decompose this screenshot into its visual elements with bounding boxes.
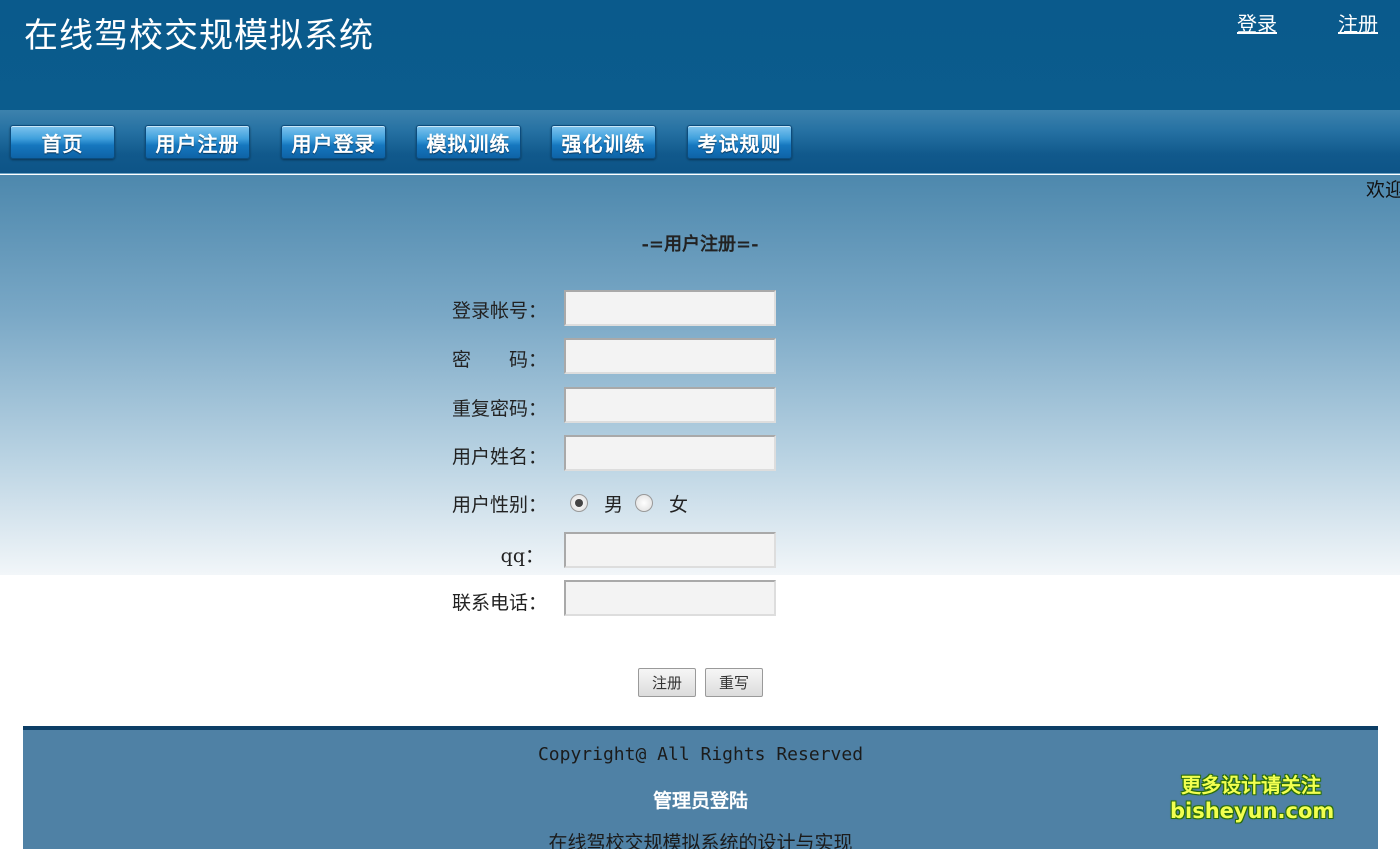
phone-input[interactable]: [564, 580, 776, 616]
header: 在线驾校交规模拟系统 登录 注册: [0, 0, 1400, 110]
watermark: 更多设计请关注 bisheyun.com: [1170, 772, 1335, 824]
radio-selected-dot: [575, 499, 583, 507]
name-label: 用户姓名：: [452, 446, 548, 468]
gender-radio-group: 男 女: [570, 491, 700, 516]
nav-user-register[interactable]: 用户注册: [145, 125, 250, 159]
register-link[interactable]: 注册: [1338, 8, 1378, 37]
site-title: 在线驾校交规模拟系统: [24, 16, 374, 56]
account-input[interactable]: [564, 290, 776, 326]
nav-intensive-training[interactable]: 强化训练: [551, 125, 656, 159]
gender-male-radio[interactable]: [570, 494, 588, 512]
welcome-marquee: 欢迎: [1366, 179, 1400, 201]
qq-input[interactable]: [564, 532, 776, 568]
reset-button[interactable]: 重写: [705, 668, 763, 697]
watermark-line2: bisheyun.com: [1170, 799, 1335, 823]
name-input[interactable]: [564, 435, 776, 471]
register-submit-button[interactable]: 注册: [638, 668, 696, 697]
password-label: 密 码：: [452, 349, 548, 371]
login-link[interactable]: 登录: [1237, 8, 1277, 37]
gender-female-radio[interactable]: [635, 494, 654, 512]
system-name-text: 在线驾校交规模拟系统的设计与实现: [548, 832, 853, 849]
password-repeat-label: 重复密码：: [452, 398, 548, 420]
account-label: 登录帐号：: [452, 300, 548, 322]
password-repeat-input[interactable]: [564, 387, 776, 423]
nav-user-login[interactable]: 用户登录: [281, 125, 386, 159]
nav-home[interactable]: 首页: [10, 125, 115, 159]
gender-label: 用户性别：: [452, 494, 548, 516]
nav-mock-training[interactable]: 模拟训练: [416, 125, 521, 159]
copyright-text: Copyright@ All Rights Reserved: [537, 744, 864, 765]
password-input[interactable]: [564, 338, 776, 374]
main-nav: 首页 用户注册 用户登录 模拟训练 强化训练 考试规则: [0, 110, 1400, 174]
qq-label: qq：: [500, 545, 544, 567]
phone-label: 联系电话：: [452, 592, 548, 614]
gender-female-label: 女: [669, 493, 689, 516]
gender-male-label: 男: [604, 493, 624, 516]
form-title: -=用户注册=-: [641, 234, 759, 255]
watermark-line1: 更多设计请关注: [1181, 773, 1321, 797]
nav-exam-rules[interactable]: 考试规则: [687, 125, 792, 159]
